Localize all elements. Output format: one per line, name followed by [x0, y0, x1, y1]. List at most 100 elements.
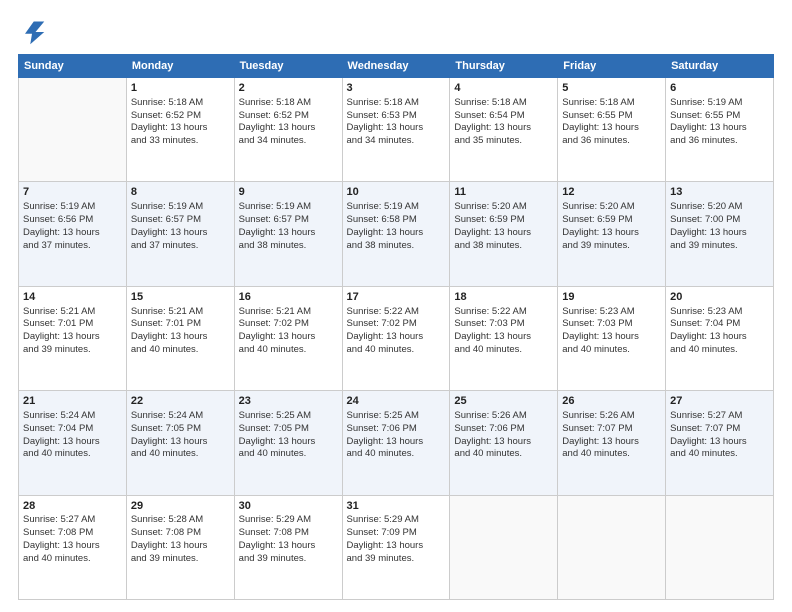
calendar-cell: 26Sunrise: 5:26 AMSunset: 7:07 PMDayligh…	[558, 391, 666, 495]
sunset-text: Sunset: 6:57 PM	[239, 214, 338, 227]
calendar-cell: 15Sunrise: 5:21 AMSunset: 7:01 PMDayligh…	[126, 286, 234, 390]
day-number: 19	[562, 290, 661, 305]
day-number: 23	[239, 394, 338, 409]
daylight-text: Daylight: 13 hours	[562, 227, 661, 240]
sunset-text: Sunset: 6:54 PM	[454, 110, 553, 123]
daylight-text: Daylight: 13 hours	[239, 331, 338, 344]
day-number: 31	[347, 499, 446, 514]
sunset-text: Sunset: 7:05 PM	[239, 423, 338, 436]
daylight-text: Daylight: 13 hours	[239, 436, 338, 449]
calendar-cell: 16Sunrise: 5:21 AMSunset: 7:02 PMDayligh…	[234, 286, 342, 390]
daylight-text: Daylight: 13 hours	[131, 331, 230, 344]
daylight-minutes-text: and 40 minutes.	[347, 448, 446, 461]
sunrise-text: Sunrise: 5:29 AM	[239, 514, 338, 527]
day-header-friday: Friday	[558, 55, 666, 78]
sunset-text: Sunset: 7:06 PM	[347, 423, 446, 436]
calendar-cell	[19, 78, 127, 182]
sunset-text: Sunset: 7:09 PM	[347, 527, 446, 540]
daylight-minutes-text: and 40 minutes.	[131, 448, 230, 461]
calendar-cell: 10Sunrise: 5:19 AMSunset: 6:58 PMDayligh…	[342, 182, 450, 286]
daylight-minutes-text: and 39 minutes.	[239, 553, 338, 566]
sunset-text: Sunset: 7:04 PM	[23, 423, 122, 436]
sunrise-text: Sunrise: 5:25 AM	[347, 410, 446, 423]
calendar-cell	[666, 495, 774, 599]
day-header-saturday: Saturday	[666, 55, 774, 78]
calendar-cell: 18Sunrise: 5:22 AMSunset: 7:03 PMDayligh…	[450, 286, 558, 390]
daylight-text: Daylight: 13 hours	[347, 540, 446, 553]
calendar-cell: 20Sunrise: 5:23 AMSunset: 7:04 PMDayligh…	[666, 286, 774, 390]
day-number: 22	[131, 394, 230, 409]
sunrise-text: Sunrise: 5:28 AM	[131, 514, 230, 527]
daylight-text: Daylight: 13 hours	[131, 227, 230, 240]
daylight-minutes-text: and 38 minutes.	[454, 240, 553, 253]
daylight-text: Daylight: 13 hours	[562, 122, 661, 135]
daylight-minutes-text: and 39 minutes.	[131, 553, 230, 566]
day-number: 26	[562, 394, 661, 409]
calendar-cell: 21Sunrise: 5:24 AMSunset: 7:04 PMDayligh…	[19, 391, 127, 495]
sunrise-text: Sunrise: 5:24 AM	[131, 410, 230, 423]
day-number: 18	[454, 290, 553, 305]
day-number: 25	[454, 394, 553, 409]
daylight-text: Daylight: 13 hours	[670, 331, 769, 344]
sunset-text: Sunset: 7:02 PM	[347, 318, 446, 331]
day-number: 17	[347, 290, 446, 305]
daylight-minutes-text: and 37 minutes.	[23, 240, 122, 253]
day-number: 2	[239, 81, 338, 96]
daylight-minutes-text: and 40 minutes.	[454, 344, 553, 357]
daylight-text: Daylight: 13 hours	[454, 227, 553, 240]
day-number: 30	[239, 499, 338, 514]
calendar-cell: 7Sunrise: 5:19 AMSunset: 6:56 PMDaylight…	[19, 182, 127, 286]
daylight-minutes-text: and 33 minutes.	[131, 135, 230, 148]
sunrise-text: Sunrise: 5:22 AM	[347, 306, 446, 319]
daylight-text: Daylight: 13 hours	[347, 436, 446, 449]
calendar-table: SundayMondayTuesdayWednesdayThursdayFrid…	[18, 54, 774, 600]
day-number: 16	[239, 290, 338, 305]
daylight-text: Daylight: 13 hours	[23, 540, 122, 553]
daylight-minutes-text: and 40 minutes.	[239, 448, 338, 461]
daylight-minutes-text: and 38 minutes.	[347, 240, 446, 253]
calendar-cell: 5Sunrise: 5:18 AMSunset: 6:55 PMDaylight…	[558, 78, 666, 182]
header	[18, 18, 774, 46]
calendar-cell: 11Sunrise: 5:20 AMSunset: 6:59 PMDayligh…	[450, 182, 558, 286]
day-number: 4	[454, 81, 553, 96]
sunrise-text: Sunrise: 5:20 AM	[670, 201, 769, 214]
sunrise-text: Sunrise: 5:19 AM	[239, 201, 338, 214]
daylight-minutes-text: and 40 minutes.	[131, 344, 230, 357]
day-number: 3	[347, 81, 446, 96]
sunrise-text: Sunrise: 5:21 AM	[131, 306, 230, 319]
sunset-text: Sunset: 7:06 PM	[454, 423, 553, 436]
sunset-text: Sunset: 6:59 PM	[562, 214, 661, 227]
daylight-text: Daylight: 13 hours	[454, 122, 553, 135]
daylight-minutes-text: and 40 minutes.	[562, 344, 661, 357]
day-number: 6	[670, 81, 769, 96]
sunrise-text: Sunrise: 5:23 AM	[670, 306, 769, 319]
sunset-text: Sunset: 7:01 PM	[131, 318, 230, 331]
sunrise-text: Sunrise: 5:24 AM	[23, 410, 122, 423]
day-number: 27	[670, 394, 769, 409]
sunset-text: Sunset: 7:02 PM	[239, 318, 338, 331]
calendar-cell: 31Sunrise: 5:29 AMSunset: 7:09 PMDayligh…	[342, 495, 450, 599]
daylight-minutes-text: and 40 minutes.	[670, 344, 769, 357]
sunset-text: Sunset: 7:04 PM	[670, 318, 769, 331]
calendar-cell: 6Sunrise: 5:19 AMSunset: 6:55 PMDaylight…	[666, 78, 774, 182]
week-row-2: 7Sunrise: 5:19 AMSunset: 6:56 PMDaylight…	[19, 182, 774, 286]
sunset-text: Sunset: 7:01 PM	[23, 318, 122, 331]
calendar-cell: 25Sunrise: 5:26 AMSunset: 7:06 PMDayligh…	[450, 391, 558, 495]
sunrise-text: Sunrise: 5:18 AM	[131, 97, 230, 110]
daylight-text: Daylight: 13 hours	[562, 331, 661, 344]
sunrise-text: Sunrise: 5:18 AM	[347, 97, 446, 110]
calendar-cell: 28Sunrise: 5:27 AMSunset: 7:08 PMDayligh…	[19, 495, 127, 599]
sunset-text: Sunset: 6:55 PM	[670, 110, 769, 123]
daylight-text: Daylight: 13 hours	[454, 436, 553, 449]
calendar-page: SundayMondayTuesdayWednesdayThursdayFrid…	[0, 0, 792, 612]
sunset-text: Sunset: 6:55 PM	[562, 110, 661, 123]
calendar-cell: 27Sunrise: 5:27 AMSunset: 7:07 PMDayligh…	[666, 391, 774, 495]
daylight-text: Daylight: 13 hours	[347, 331, 446, 344]
sunset-text: Sunset: 6:52 PM	[239, 110, 338, 123]
calendar-cell: 17Sunrise: 5:22 AMSunset: 7:02 PMDayligh…	[342, 286, 450, 390]
day-header-wednesday: Wednesday	[342, 55, 450, 78]
day-number: 21	[23, 394, 122, 409]
daylight-minutes-text: and 34 minutes.	[347, 135, 446, 148]
day-number: 13	[670, 185, 769, 200]
day-number: 14	[23, 290, 122, 305]
